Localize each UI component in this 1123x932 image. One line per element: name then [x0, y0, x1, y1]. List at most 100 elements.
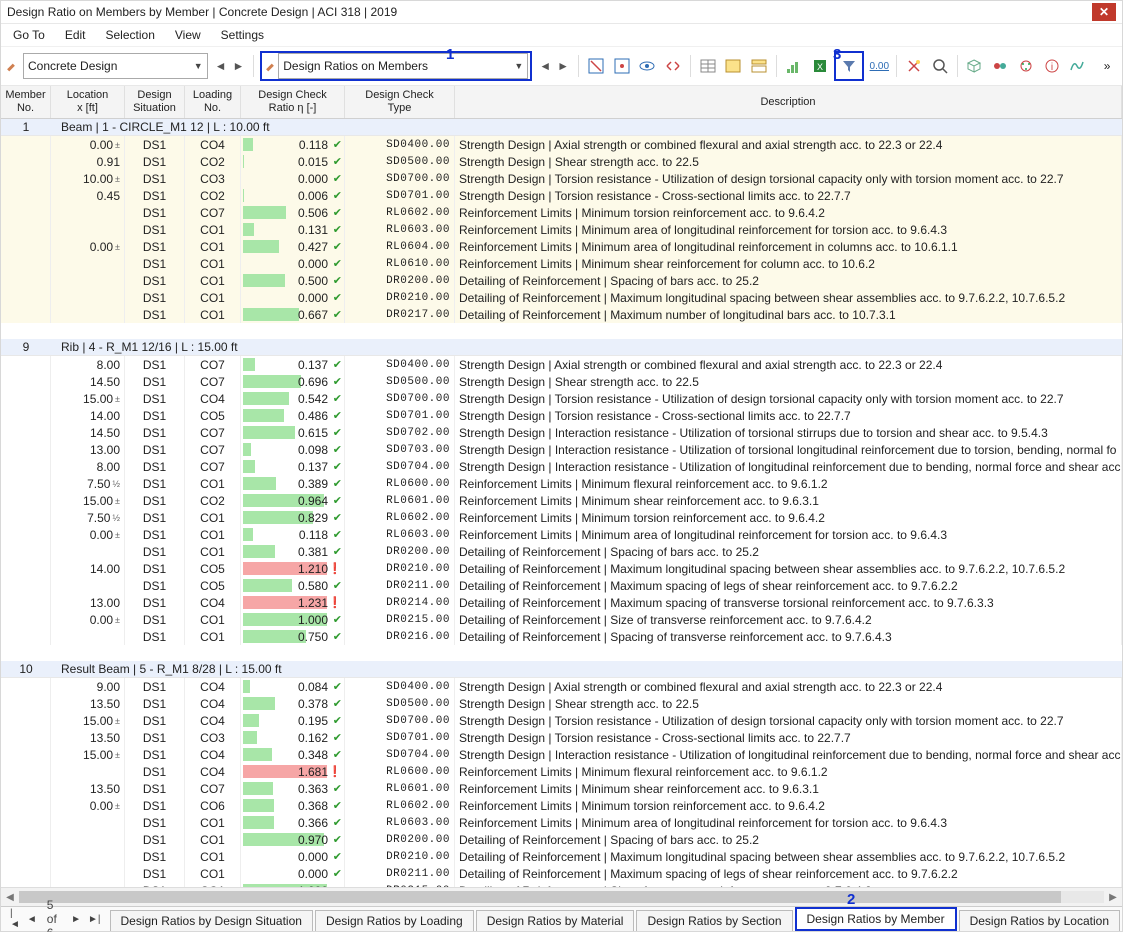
clear-button[interactable]	[903, 53, 925, 79]
table-row[interactable]: DS1CO10.500✔DR0200.00Detailing of Reinfo…	[1, 272, 1122, 289]
table-row[interactable]: DS1CO10.000✔DR0210.00Detailing of Reinfo…	[1, 289, 1122, 306]
menu-go-to[interactable]: Go To	[5, 26, 53, 44]
more-button[interactable]: »	[1096, 53, 1118, 79]
scroll-track[interactable]	[19, 891, 1104, 903]
table-row[interactable]: 0.00 ±DS1CO11.000✔DR0215.00Detailing of …	[1, 611, 1122, 628]
section-header[interactable]: 10Result Beam | 5 - R_M1 8/28 | L : 15.0…	[1, 661, 1122, 678]
show-weights-button[interactable]	[989, 53, 1011, 79]
menu-edit[interactable]: Edit	[57, 26, 94, 44]
table-row[interactable]: DS1CO10.000✔RL0610.00Reinforcement Limit…	[1, 255, 1122, 272]
table-body[interactable]: 1Beam | 1 - CIRCLE_M1 12 | L : 10.00 ft0…	[1, 119, 1122, 887]
last-page-button[interactable]: ►|	[85, 914, 104, 925]
sync-selection-button[interactable]	[662, 53, 684, 79]
result-type-combo[interactable]: Design Ratios on Members ▼	[278, 53, 528, 79]
table-row[interactable]: DS1CO10.000✔DR0210.00Detailing of Reinfo…	[1, 848, 1122, 865]
result-type-icon	[264, 58, 278, 75]
table-row[interactable]: 0.00 ±DS1CO10.118✔RL0603.00Reinforcement…	[1, 526, 1122, 543]
reinforcement-button[interactable]	[1015, 53, 1037, 79]
tab-design-ratios-by-loading[interactable]: Design Ratios by Loading	[315, 910, 474, 931]
next-page-button[interactable]: ►	[68, 914, 84, 925]
table-row[interactable]: DS1CO10.131✔RL0603.00Reinforcement Limit…	[1, 221, 1122, 238]
table-row[interactable]: 13.00DS1CO70.098✔SD0703.00Strength Desig…	[1, 441, 1122, 458]
table-row[interactable]: 0.00 ±DS1CO40.118✔SD0400.00Strength Desi…	[1, 136, 1122, 153]
header-type[interactable]: Design CheckType	[345, 86, 455, 118]
window-title: Design Ratio on Members by Member | Conc…	[7, 5, 1092, 19]
table-row[interactable]: 13.50DS1CO70.363✔RL0601.00Reinforcement …	[1, 780, 1122, 797]
collapse-button[interactable]	[723, 53, 745, 79]
stress-button[interactable]	[1066, 53, 1088, 79]
section-header[interactable]: 9Rib | 4 - R_M1 12/16 | L : 15.00 ft	[1, 339, 1122, 356]
table-row[interactable]: 15.00 ±DS1CO40.542✔SD0700.00Strength Des…	[1, 390, 1122, 407]
tab-design-ratios-by-section[interactable]: Design Ratios by Section	[636, 910, 792, 931]
table-row[interactable]: DS1CO41.681❗RL0600.00Reinforcement Limit…	[1, 763, 1122, 780]
first-page-button[interactable]: |◄	[7, 908, 23, 930]
isometric-button[interactable]	[963, 53, 985, 79]
tab-design-ratios-by-material[interactable]: Design Ratios by Material	[476, 910, 635, 931]
expand-button[interactable]	[748, 53, 770, 79]
menu-settings[interactable]: Settings	[213, 26, 272, 44]
prev-page-button[interactable]: ◄	[24, 914, 40, 925]
show-in-view-button[interactable]	[636, 53, 658, 79]
menu-selection[interactable]: Selection	[98, 26, 163, 44]
table-row[interactable]: 8.00DS1CO70.137✔SD0704.00Strength Design…	[1, 458, 1122, 475]
header-description[interactable]: Description	[455, 86, 1122, 118]
table-row[interactable]: 0.00 ±DS1CO10.427✔RL0604.00Reinforcement…	[1, 238, 1122, 255]
table-row[interactable]: DS1CO10.381✔DR0200.00Detailing of Reinfo…	[1, 543, 1122, 560]
table-row[interactable]: 9.00DS1CO40.084✔SD0400.00Strength Design…	[1, 678, 1122, 695]
select-member-button[interactable]	[611, 53, 633, 79]
table-row[interactable]: 10.00 ±DS1CO30.000✔SD0700.00Strength Des…	[1, 170, 1122, 187]
table-row[interactable]: 13.00DS1CO41.231❗DR0214.00Detailing of R…	[1, 594, 1122, 611]
export-excel-button[interactable]: X	[809, 53, 831, 79]
prev-result-button[interactable]: ◄	[536, 59, 554, 73]
tab-design-ratios-by-location[interactable]: Design Ratios by Location	[959, 910, 1120, 931]
header-member-no[interactable]: MemberNo.	[1, 86, 51, 118]
tab-design-ratios-by-design-situation[interactable]: Design Ratios by Design Situation	[110, 910, 313, 931]
table-row[interactable]: 14.50DS1CO70.696✔SD0500.00Strength Desig…	[1, 373, 1122, 390]
tab-design-ratios-by-member[interactable]: Design Ratios by Member	[795, 907, 957, 931]
filter-button[interactable]	[836, 53, 862, 79]
table-row[interactable]: 15.00 ±DS1CO40.195✔SD0700.00Strength Des…	[1, 712, 1122, 729]
table-row[interactable]: 15.00 ±DS1CO20.964✔RL0601.00Reinforcemen…	[1, 492, 1122, 509]
next-category-button[interactable]: ►	[230, 59, 248, 73]
horizontal-scrollbar[interactable]: ◀ ▶	[1, 887, 1122, 906]
table-row[interactable]: 7.50 ½DS1CO10.829✔RL0602.00Reinforcement…	[1, 509, 1122, 526]
table-row[interactable]: DS1CO10.970✔DR0200.00Detailing of Reinfo…	[1, 831, 1122, 848]
table-row[interactable]: 8.00DS1CO70.137✔SD0400.00Strength Design…	[1, 356, 1122, 373]
decimal-button[interactable]: 0.00	[868, 53, 890, 79]
menu-view[interactable]: View	[167, 26, 209, 44]
table-row[interactable]: DS1CO70.506✔RL0602.00Reinforcement Limit…	[1, 204, 1122, 221]
table-row[interactable]: 14.00DS1CO51.210❗DR0210.00Detailing of R…	[1, 560, 1122, 577]
table-row[interactable]: DS1CO10.667✔DR0217.00Detailing of Reinfo…	[1, 306, 1122, 323]
table-view-button[interactable]	[697, 53, 719, 79]
section-header[interactable]: 1Beam | 1 - CIRCLE_M1 12 | L : 10.00 ft	[1, 119, 1122, 136]
table-row[interactable]: DS1CO50.580✔DR0211.00Detailing of Reinfo…	[1, 577, 1122, 594]
separator	[253, 55, 254, 77]
select-all-button[interactable]	[585, 53, 607, 79]
table-row[interactable]: 14.00DS1CO50.486✔SD0701.00Strength Desig…	[1, 407, 1122, 424]
table-row[interactable]: 14.50DS1CO70.615✔SD0702.00Strength Desig…	[1, 424, 1122, 441]
table-row[interactable]: 0.45DS1CO20.006✔SD0701.00Strength Design…	[1, 187, 1122, 204]
table-header: MemberNo. Locationx [ft] DesignSituation…	[1, 86, 1122, 119]
zoom-button[interactable]	[929, 53, 951, 79]
scroll-right-button[interactable]: ▶	[1104, 892, 1122, 903]
header-location[interactable]: Locationx [ft]	[51, 86, 125, 118]
close-button[interactable]: ✕	[1092, 3, 1116, 21]
table-row[interactable]: DS1CO10.750✔DR0216.00Detailing of Reinfo…	[1, 628, 1122, 645]
next-result-button[interactable]: ►	[554, 59, 572, 73]
table-row[interactable]: 7.50 ½DS1CO10.389✔RL0600.00Reinforcement…	[1, 475, 1122, 492]
scroll-thumb[interactable]	[19, 891, 1061, 903]
table-row[interactable]: 15.00 ±DS1CO40.348✔SD0704.00Strength Des…	[1, 746, 1122, 763]
info-button[interactable]: i	[1041, 53, 1063, 79]
header-design-situation[interactable]: DesignSituation	[125, 86, 185, 118]
table-row[interactable]: DS1CO10.366✔RL0603.00Reinforcement Limit…	[1, 814, 1122, 831]
header-loading-no[interactable]: LoadingNo.	[185, 86, 241, 118]
table-row[interactable]: 13.50DS1CO40.378✔SD0500.00Strength Desig…	[1, 695, 1122, 712]
table-row[interactable]: 0.00 ±DS1CO60.368✔RL0602.00Reinforcement…	[1, 797, 1122, 814]
design-category-combo[interactable]: Concrete Design ▼	[23, 53, 208, 79]
table-row[interactable]: DS1CO10.000✔DR0211.00Detailing of Reinfo…	[1, 865, 1122, 882]
header-ratio[interactable]: Design CheckRatio η [-]	[241, 86, 345, 118]
results-settings-button[interactable]	[783, 53, 805, 79]
table-row[interactable]: 0.91DS1CO20.015✔SD0500.00Strength Design…	[1, 153, 1122, 170]
table-row[interactable]: 13.50DS1CO30.162✔SD0701.00Strength Desig…	[1, 729, 1122, 746]
prev-category-button[interactable]: ◄	[212, 59, 230, 73]
